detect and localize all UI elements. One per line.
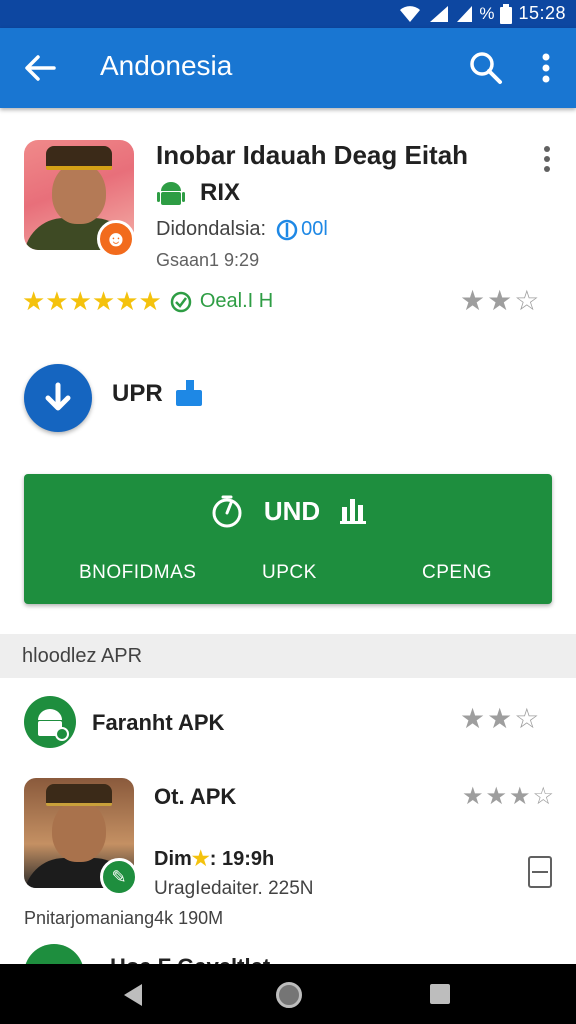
list-item-detail: UragI​edaiter. 225N bbox=[154, 878, 314, 899]
list-item-stars-empty: ☆ bbox=[532, 783, 557, 810]
action-card-title: UND bbox=[263, 495, 321, 526]
list-item[interactable]: ✎ Ot. APK ★★★☆ Dim★: 19:9h UragI​edaiter… bbox=[0, 770, 576, 940]
list-item-stars: ★★☆ bbox=[460, 702, 541, 735]
status-time: 15:28 bbox=[518, 3, 566, 23]
overflow-menu-icon[interactable] bbox=[538, 144, 556, 174]
rating-row: ★★★★★★ Oeal.I H bbox=[22, 286, 273, 317]
phone-icon[interactable] bbox=[528, 856, 552, 888]
download-arrow-icon bbox=[45, 382, 71, 411]
signal-icon bbox=[430, 5, 449, 22]
app-header: ☻ Inobar Idauah Deag Eitah RIX Didondals… bbox=[0, 110, 576, 340]
meta-row: Didondalsia: 00l bbox=[156, 218, 328, 241]
android-icon bbox=[38, 709, 69, 741]
download-label: UPR bbox=[112, 380, 163, 407]
person-tag-icon bbox=[176, 380, 202, 406]
meta-label: Didondalsia: bbox=[156, 218, 267, 240]
system-nav-bar bbox=[0, 964, 576, 1024]
list-item[interactable]: Hoa F Gaveltlet bbox=[0, 944, 576, 964]
app-name: Inobar Idauah Deag Eitah bbox=[156, 140, 469, 170]
section-header: hloodlez APR bbox=[0, 634, 576, 678]
nav-back-icon[interactable] bbox=[120, 982, 146, 1008]
action-card-header: UND bbox=[24, 494, 552, 528]
action-button-2[interactable]: UPCK bbox=[262, 562, 317, 584]
search-icon[interactable] bbox=[468, 50, 504, 86]
android-app-icon bbox=[24, 696, 76, 748]
compass-icon bbox=[276, 219, 298, 240]
list-item[interactable]: Faranht APK ★★☆ bbox=[0, 690, 576, 754]
app-icon-face bbox=[52, 162, 106, 224]
app-icon-cap bbox=[46, 146, 112, 170]
meta-tag[interactable]: 00l bbox=[276, 218, 328, 241]
status-bar: % 15:28 bbox=[0, 0, 576, 28]
user-rating-filled: ★★ bbox=[460, 285, 515, 316]
list-item-stars-filled: ★★ bbox=[460, 703, 515, 734]
status-icons: % 15:28 bbox=[399, 3, 566, 24]
action-card: UND BNOFIDMAS UPCK CPENG bbox=[24, 474, 552, 604]
app-bar: Andonesia bbox=[0, 28, 576, 108]
battery-percent: % bbox=[479, 3, 495, 23]
battery-icon bbox=[500, 3, 513, 24]
list-item-title: Hoa F Gaveltlet bbox=[110, 954, 270, 964]
list-item-subtitle: Dim★: 19:9h bbox=[154, 846, 274, 871]
action-card-buttons: BNOFIDMAS UPCK CPENG bbox=[24, 562, 552, 586]
list-item-stars: ★★★☆ bbox=[462, 782, 556, 811]
action-button-1[interactable]: BNOFIDMAS bbox=[79, 562, 196, 584]
timer-icon bbox=[212, 495, 242, 528]
list-item-title: Ot. APK bbox=[154, 784, 237, 809]
nav-home-icon[interactable] bbox=[276, 982, 302, 1008]
subtitle-value: : 19:9h bbox=[209, 848, 275, 870]
subtitle-prefix: Dim bbox=[154, 848, 192, 870]
list-item-title: Faranht APK bbox=[92, 710, 225, 735]
verified-icon bbox=[170, 291, 192, 312]
platform-label: RIX bbox=[200, 179, 241, 206]
page-title: Andonesia bbox=[100, 50, 233, 81]
user-rating-empty: ☆ bbox=[514, 285, 542, 316]
platform-row: RIX bbox=[156, 178, 240, 208]
more-vert-icon[interactable] bbox=[534, 50, 558, 86]
brush-badge-icon: ✎ bbox=[100, 858, 138, 896]
nav-recents-icon[interactable] bbox=[430, 984, 450, 1004]
download-button[interactable] bbox=[24, 364, 92, 432]
thumbnail-face bbox=[52, 800, 106, 862]
chart-icon bbox=[340, 499, 367, 524]
user-rating-stars[interactable]: ★★☆ bbox=[460, 284, 541, 317]
download-row: UPR bbox=[0, 360, 576, 440]
version-line: Gsaan1 9:29 bbox=[156, 250, 260, 270]
back-arrow-icon[interactable] bbox=[22, 50, 58, 86]
thumbnail-cap bbox=[46, 784, 112, 806]
rating-label: Oeal.I H bbox=[199, 290, 274, 312]
wifi-icon bbox=[400, 5, 421, 22]
signal-icon-2 bbox=[457, 5, 473, 22]
list-item-size: Pnitarjomaniang4k 190M bbox=[24, 908, 224, 928]
rating-stars: ★★★★★★ bbox=[22, 286, 162, 316]
android-icon bbox=[157, 182, 185, 205]
action-button-3[interactable]: CPENG bbox=[422, 562, 492, 584]
meta-tag-label: 00l bbox=[301, 218, 328, 240]
list-item-stars-empty: ☆ bbox=[514, 703, 542, 734]
app-icon-partial bbox=[24, 944, 84, 964]
subtitle-star: ★ bbox=[191, 848, 210, 870]
emoji-badge-icon: ☻ bbox=[97, 220, 135, 258]
list-item-stars-filled: ★★★ bbox=[462, 783, 533, 810]
